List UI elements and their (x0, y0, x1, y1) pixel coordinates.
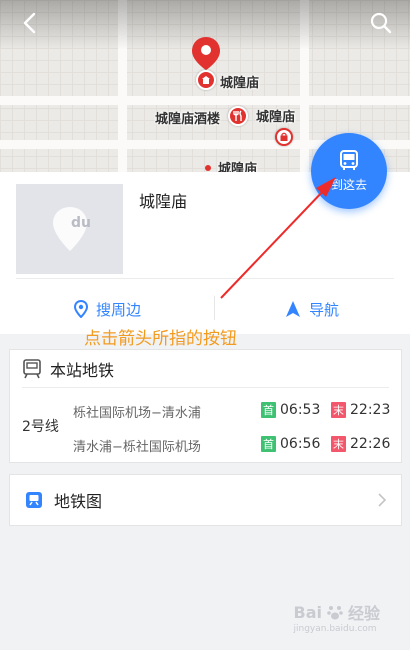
poi-label-partial[interactable]: 城隍庙 (218, 158, 257, 172)
baidu-watermark: Bai 经验 jingyan.baidu.com (293, 600, 381, 635)
subway-map-label: 地铁图 (54, 492, 103, 511)
subway-icon (23, 358, 41, 378)
last-train-time: 末 22:26 (331, 436, 390, 452)
subway-section: 本站地铁 2号线 栎社国际机场−清水浦 首 06:53 末 22:23 清水浦−… (9, 349, 402, 463)
route-direction: 栎社国际机场−清水浦 (73, 406, 201, 421)
subway-header: 本站地铁 (10, 350, 401, 387)
time-value: 06:56 (280, 436, 321, 452)
subway-header-label: 本站地铁 (50, 360, 115, 380)
route-direction: 清水浦−栎社国际机场 (73, 440, 201, 455)
divider (16, 278, 394, 279)
chevron-right-icon (378, 493, 387, 507)
watermark-url: jingyan.baidu.com (293, 624, 377, 634)
thumb-logo-text: du (71, 215, 91, 231)
temple-poi-icon[interactable] (196, 70, 216, 90)
first-train-time: 首 06:53 (261, 402, 320, 418)
chevron-left-icon (23, 12, 36, 34)
subway-map-icon (26, 492, 42, 508)
location-marker-icon (74, 300, 88, 318)
shopping-poi-icon[interactable] (275, 128, 293, 146)
navigation-arrow-icon (286, 301, 300, 317)
search-nearby-label: 搜周边 (96, 300, 142, 319)
navigate-button[interactable]: 导航 (285, 294, 339, 324)
last-badge: 末 (331, 436, 346, 452)
annotation-text: 点击箭头所指的按钮 (84, 329, 237, 349)
search-icon (370, 12, 392, 34)
poi-label-restaurant[interactable]: 城隍庙酒楼 (155, 108, 220, 127)
subway-map-link[interactable]: 地铁图 (9, 474, 402, 526)
poi-label-secondary[interactable]: 城隍庙 (256, 106, 295, 125)
last-badge: 末 (331, 402, 346, 418)
restaurant-poi-icon[interactable] (228, 106, 248, 126)
divider (214, 296, 215, 320)
time-value: 22:23 (350, 402, 391, 418)
map-road (0, 96, 410, 105)
paw-icon (327, 606, 343, 620)
poi-label-main[interactable]: 城隍庙 (220, 72, 259, 91)
first-badge: 首 (261, 402, 276, 418)
first-train-time: 首 06:56 (261, 436, 320, 452)
search-button[interactable] (366, 8, 396, 38)
watermark-brand: Bai (293, 602, 322, 622)
search-nearby-button[interactable]: 搜周边 (74, 294, 141, 324)
last-train-time: 末 22:23 (331, 402, 390, 418)
navigate-label: 导航 (309, 300, 340, 319)
place-thumbnail[interactable]: du (16, 184, 123, 274)
watermark-suffix: 经验 (347, 604, 380, 623)
back-button[interactable] (14, 8, 44, 38)
poi-dot (205, 165, 211, 171)
subway-line-name: 2号线 (22, 419, 59, 435)
time-value: 22:26 (350, 436, 391, 452)
divider (22, 387, 389, 388)
first-badge: 首 (261, 436, 276, 452)
go-here-label: 到这去 (330, 177, 367, 192)
time-value: 06:53 (280, 402, 321, 418)
place-title: 城隍庙 (139, 192, 188, 211)
bus-icon (340, 149, 358, 170)
go-here-button[interactable]: 到这去 (311, 133, 387, 209)
